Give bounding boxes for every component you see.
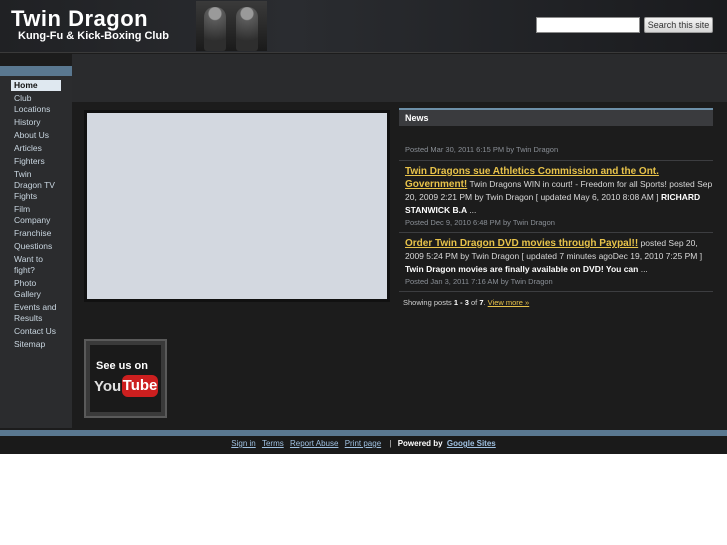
sidebar-item-questions[interactable]: Questions: [11, 241, 61, 252]
post-meta: Posted Jan 3, 2011 7:16 AM by Twin Drago…: [405, 277, 553, 286]
site-footer: Sign in Terms Report Abuse Print page | …: [0, 436, 727, 454]
divider: [399, 291, 713, 292]
showing-of: of: [468, 298, 480, 307]
divider: [399, 160, 713, 161]
youtube-badge-inner: See us on You Tube: [90, 345, 161, 412]
header-band: [72, 54, 727, 102]
posts-count: Showing posts 1 - 3 of 7. View more »: [399, 298, 713, 307]
sidebar-item-home[interactable]: Home: [11, 80, 61, 91]
youtube-badge[interactable]: See us on You Tube: [84, 339, 167, 418]
sidebar-item-about-us[interactable]: About Us: [11, 130, 61, 141]
sidebar-item-events-results[interactable]: Events and Results: [11, 302, 61, 324]
news-heading: News: [399, 108, 713, 126]
footer-powered-by: Powered by: [397, 439, 443, 448]
footer-terms-link[interactable]: Terms: [262, 439, 284, 448]
header-photo: [196, 1, 267, 51]
post-ellipsis: ...: [640, 264, 648, 274]
sidebar-item-want-to-fight[interactable]: Want to fight?: [11, 254, 61, 276]
view-more-link[interactable]: View more »: [488, 298, 530, 307]
sidebar-item-articles[interactable]: Articles: [11, 143, 61, 154]
sidebar-item-franchise[interactable]: Franchise: [11, 228, 61, 239]
post-meta: Posted Mar 30, 2011 6:15 PM by Twin Drag…: [405, 145, 559, 154]
site-subtitle: Kung-Fu & Kick-Boxing Club: [18, 30, 169, 42]
site-title: Twin Dragon: [11, 6, 149, 31]
sidebar-item-photo-gallery[interactable]: Photo Gallery: [11, 278, 61, 300]
video-placeholder[interactable]: [87, 113, 387, 299]
news-body: Posted Mar 30, 2011 6:15 PM by Twin Drag…: [399, 145, 713, 292]
showing-range: 1 - 3: [453, 298, 469, 307]
showing-prefix: Showing posts: [403, 298, 454, 307]
search-button[interactable]: Search this site: [644, 17, 713, 33]
youtube-see-us-text: See us on: [96, 360, 148, 372]
footer-print-page-link[interactable]: Print page: [345, 439, 381, 448]
news-post: Twin Dragons sue Athletics Commission an…: [405, 165, 713, 217]
youtube-logo-tube: Tube: [122, 375, 158, 397]
sidebar-item-history[interactable]: History: [11, 117, 61, 128]
sidebar-item-club-locations[interactable]: Club Locations: [11, 93, 61, 115]
fighter-figure: [236, 7, 258, 51]
search-input[interactable]: [536, 17, 640, 33]
site-header: Twin Dragon Kung-Fu & Kick-Boxing Club S…: [0, 0, 727, 53]
video-embed[interactable]: [84, 110, 390, 302]
sidebar-item-tv-fights[interactable]: Twin Dragon TV Fights: [11, 169, 61, 202]
sidebar-item-film-company[interactable]: Film Company: [11, 204, 61, 226]
divider: [399, 232, 713, 233]
footer-google-sites-link[interactable]: Google Sites: [447, 439, 496, 448]
footer-sign-in-link[interactable]: Sign in: [231, 439, 255, 448]
post-snippet-bold: Twin Dragon movies are finally available…: [405, 264, 641, 274]
sidebar-item-contact-us[interactable]: Contact Us: [11, 326, 61, 337]
news-post: Order Twin Dragon DVD movies through Pay…: [405, 237, 713, 276]
footer-separator: |: [389, 439, 392, 448]
page: Twin Dragon Kung-Fu & Kick-Boxing Club S…: [0, 0, 727, 454]
site-logo[interactable]: Twin Dragon Kung-Fu & Kick-Boxing Club: [6, 2, 188, 50]
sidebar: Home Club Locations History About Us Art…: [0, 66, 72, 428]
post-meta: Posted Dec 9, 2010 6:48 PM by Twin Drago…: [405, 218, 555, 227]
news-gadget: News Posted Mar 30, 2011 6:15 PM by Twin…: [399, 108, 713, 307]
youtube-logo-you: You: [94, 378, 122, 395]
sidebar-accent-bar: [0, 66, 72, 76]
sidebar-item-fighters[interactable]: Fighters: [11, 156, 61, 167]
sidebar-item-sitemap[interactable]: Sitemap: [11, 339, 61, 350]
sidebar-nav: Home Club Locations History About Us Art…: [11, 80, 61, 352]
post-title-link[interactable]: Order Twin Dragon DVD movies through Pay…: [405, 238, 638, 249]
post-ellipsis: ...: [469, 205, 477, 215]
fighter-figure: [204, 7, 226, 51]
footer-report-abuse-link[interactable]: Report Abuse: [290, 439, 338, 448]
